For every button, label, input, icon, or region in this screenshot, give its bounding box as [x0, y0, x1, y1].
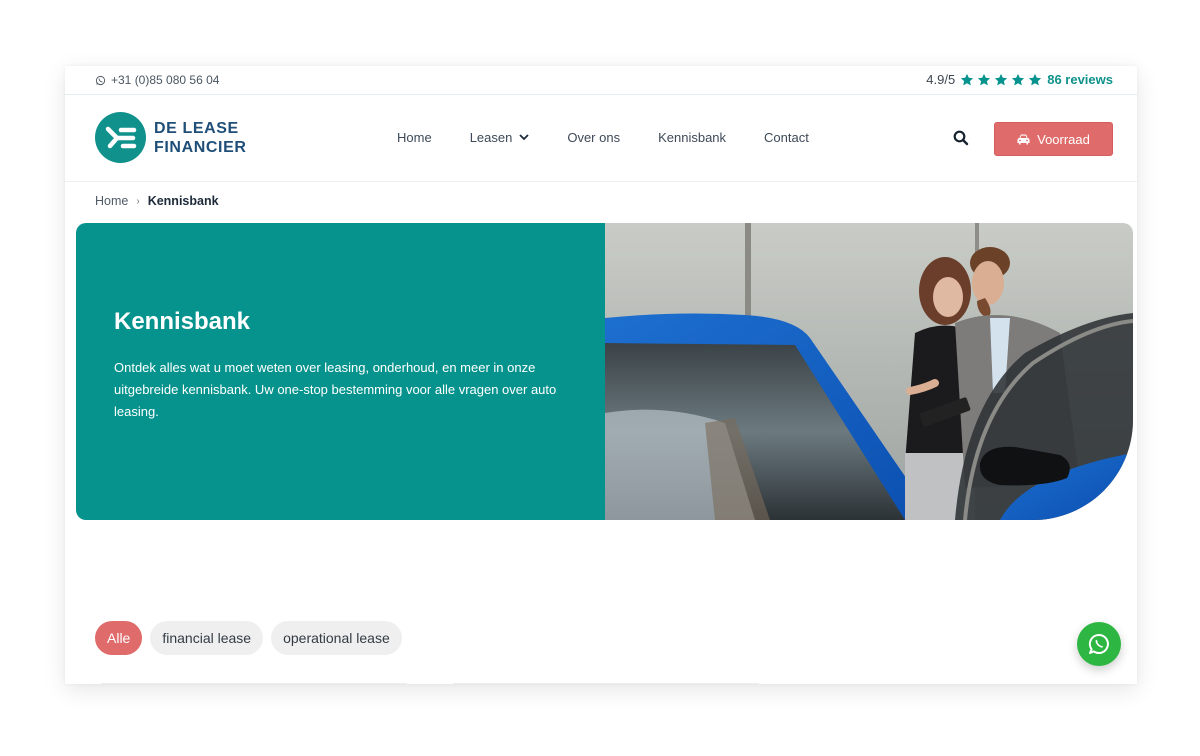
whatsapp-icon [95, 75, 106, 85]
phone-link[interactable]: +31 (0)85 080 56 04 [95, 73, 219, 87]
logo-text: DE LEASE FINANCIER [154, 119, 247, 157]
rating-score: 4.9/5 [926, 72, 956, 87]
chevron-down-icon [519, 134, 529, 141]
nav-label: Kennisbank [658, 130, 727, 145]
filter-chip-operational-lease[interactable]: operational lease [271, 621, 402, 655]
star-icon [978, 73, 991, 85]
hero-section: Kennisbank Ontdek alles wat u moet weten… [76, 223, 1133, 520]
nav-item-over-ons[interactable]: Over ons [567, 130, 620, 145]
phone-number: +31 (0)85 080 56 04 [111, 73, 220, 87]
nav-label: Contact [764, 130, 809, 145]
star-icon [995, 73, 1008, 85]
nav-item-contact[interactable]: Contact [764, 130, 809, 145]
voorraad-label: Voorraad [1037, 131, 1090, 147]
site-header: DE LEASE FINANCIER Home Leasen Over ons … [65, 96, 1137, 182]
nav-item-home[interactable]: Home [397, 130, 432, 145]
filter-chip-alle[interactable]: Alle [95, 621, 143, 655]
nav-label: Leasen [469, 130, 513, 145]
article-card-edge [101, 683, 407, 684]
category-filters: Alle financial lease operational lease [95, 621, 402, 655]
article-card-edge [453, 683, 759, 684]
star-icon [1029, 73, 1042, 85]
page-title: Kennisbank [114, 308, 251, 335]
star-icon [1012, 73, 1025, 85]
whatsapp-icon [1088, 633, 1109, 654]
logo-line-2: FINANCIER [154, 138, 247, 156]
nav-item-leasen[interactable]: Leasen [470, 130, 530, 145]
nav-item-kennisbank[interactable]: Kennisbank [658, 130, 726, 145]
rating[interactable]: 4.9/5 86 reviews [926, 72, 1113, 87]
whatsapp-chat-button[interactable] [1077, 622, 1121, 666]
breadcrumb-home[interactable]: Home [95, 194, 128, 208]
search-icon [953, 130, 969, 146]
star-icon [961, 73, 974, 85]
nav-label: Home [397, 130, 432, 145]
page-card: +31 (0)85 080 56 04 4.9/5 86 reviews DE … [65, 66, 1137, 684]
main-nav: Home Leasen Over ons Kennisbank Contact [397, 130, 809, 145]
logo-mark-icon [95, 112, 146, 163]
car-icon [1017, 134, 1030, 144]
hero-image [605, 223, 1133, 520]
breadcrumb-separator-icon: › [136, 195, 140, 207]
filter-chip-financial-lease[interactable]: financial lease [150, 621, 264, 655]
hero-description: Ontdek alles wat u moet weten over leasi… [114, 360, 557, 419]
logo[interactable]: DE LEASE FINANCIER [95, 112, 247, 163]
breadcrumb-current: Kennisbank [147, 194, 219, 208]
reviews-link[interactable]: 86 reviews [1047, 72, 1113, 87]
search-button[interactable] [953, 130, 969, 146]
breadcrumb: Home › Kennisbank [95, 194, 219, 208]
rating-stars [960, 73, 1042, 87]
top-bar: +31 (0)85 080 56 04 4.9/5 86 reviews [65, 66, 1137, 95]
nav-label: Over ons [567, 130, 621, 145]
hero-text-panel: Kennisbank Ontdek alles wat u moet weten… [76, 223, 605, 520]
voorraad-button[interactable]: Voorraad [994, 122, 1113, 156]
logo-line-1: DE LEASE [154, 119, 239, 137]
